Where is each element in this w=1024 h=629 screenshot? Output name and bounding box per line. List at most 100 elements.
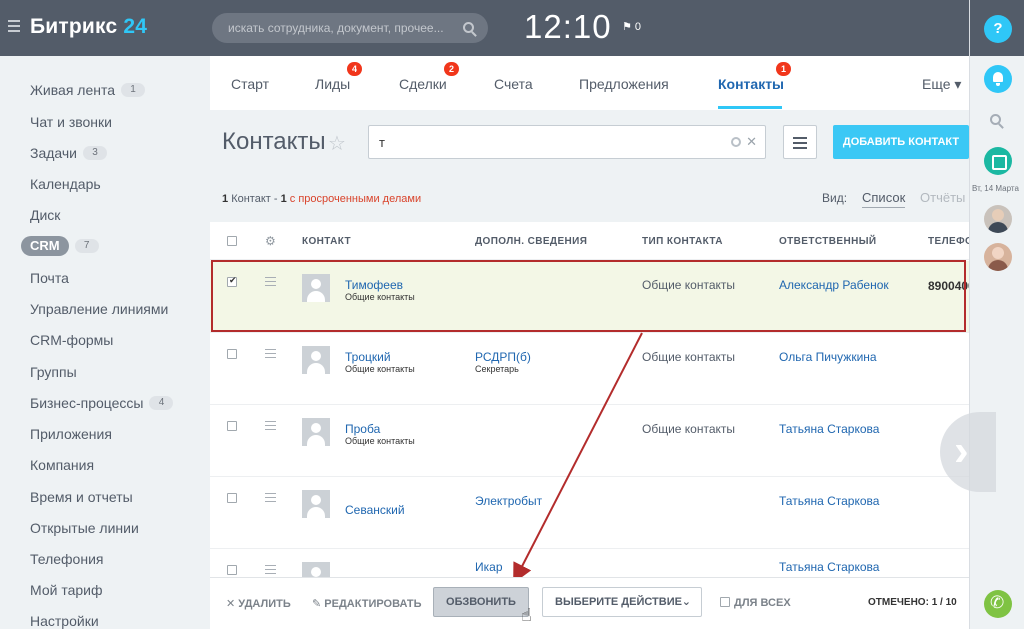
- contact-photo: [302, 562, 330, 577]
- call-all-button[interactable]: ОБЗВОНИТЬ: [433, 587, 529, 617]
- table-row[interactable]: Троцкий Общие контакты РСДРП(б) Секретар…: [210, 333, 969, 405]
- column-header[interactable]: ОТВЕТСТВЕННЫЙ: [779, 236, 876, 247]
- sidebar-item-openlines[interactable]: Открытые линии: [30, 520, 139, 536]
- tab-quotes[interactable]: Предложения: [579, 76, 669, 92]
- sidebar-item-tasks[interactable]: Задачи 3: [30, 145, 108, 161]
- column-header[interactable]: КОНТАКТ: [302, 236, 351, 247]
- responsible-link[interactable]: Татьяна Старкова: [779, 560, 879, 574]
- sidebar-item-apps[interactable]: Приложения: [30, 426, 112, 442]
- contact-name-link[interactable]: Троцкий: [345, 350, 391, 364]
- logo[interactable]: Битрикс 24: [30, 15, 147, 39]
- overdue-link[interactable]: 1 с просроченными делами: [281, 193, 422, 205]
- sidebar-item-feed[interactable]: Живая лента 1: [30, 82, 146, 98]
- contact-name-link[interactable]: Севанский: [345, 503, 405, 517]
- view-list-button[interactable]: Список: [862, 190, 906, 208]
- responsible-link[interactable]: Татьяна Старкова: [779, 422, 879, 436]
- sidebar-item-crm-forms[interactable]: CRM-формы: [30, 332, 113, 348]
- phone-icon[interactable]: [984, 590, 1012, 618]
- table-row[interactable]: Севанский Электробыт Татьяна Старкова: [210, 477, 969, 549]
- delete-button[interactable]: ✕ УДАЛИТЬ: [226, 597, 291, 610]
- clock[interactable]: 12:10: [524, 8, 612, 46]
- sidebar-item-crm[interactable]: CRM 7: [21, 236, 99, 256]
- contact-type-text: Общие контакты: [345, 364, 415, 374]
- list-settings-button[interactable]: [783, 125, 817, 159]
- count-badge: 1: [121, 83, 146, 97]
- avatar[interactable]: [984, 243, 1012, 271]
- drag-handle-icon[interactable]: [265, 349, 276, 361]
- add-contact-button[interactable]: ДОБАВИТЬ КОНТАКТ: [833, 125, 969, 159]
- sidebar-item-lines[interactable]: Управление линиями: [30, 301, 168, 317]
- star-icon[interactable]: ☆: [328, 131, 346, 156]
- calendar-icon[interactable]: [984, 147, 1012, 175]
- contact-name-link[interactable]: Проба: [345, 422, 380, 436]
- column-header[interactable]: ДОПОЛН. СВЕДЕНИЯ: [475, 236, 587, 247]
- action-select[interactable]: ВЫБЕРИТЕ ДЕЙСТВИЕ ⌄: [542, 587, 702, 617]
- more-tabs-button[interactable]: Еще ▾: [922, 76, 961, 93]
- drag-handle-icon[interactable]: [265, 565, 276, 577]
- responsible-link[interactable]: Татьяна Старкова: [779, 494, 879, 508]
- close-icon[interactable]: ✕: [746, 134, 757, 150]
- sidebar-item-settings[interactable]: Настройки: [30, 613, 99, 629]
- view-reports-button[interactable]: Отчёты: [920, 190, 965, 205]
- company-link[interactable]: Икар: [475, 560, 503, 574]
- flag-counter[interactable]: ⚑ 0: [622, 20, 641, 33]
- tab-leads[interactable]: Лиды: [315, 76, 350, 92]
- row-checkbox[interactable]: [227, 565, 237, 575]
- company-link[interactable]: Электробыт: [475, 494, 542, 508]
- drag-handle-icon[interactable]: [265, 421, 276, 433]
- sidebar-item-mail[interactable]: Почта: [30, 270, 69, 286]
- contact-type: Общие контакты: [642, 350, 736, 364]
- sidebar-item-tariff[interactable]: Мой тариф: [30, 582, 102, 598]
- global-search-input[interactable]: искать сотрудника, документ, прочее...: [212, 13, 488, 43]
- crm-tabs: Старт Лиды 4 Сделки 2 Счета Предложения …: [210, 56, 969, 110]
- tab-start[interactable]: Старт: [231, 76, 269, 92]
- sidebar-item-chat[interactable]: Чат и звонки: [30, 114, 112, 130]
- table-row[interactable]: Проба Общие контакты Общие контакты Тать…: [210, 405, 969, 477]
- rail-date: Вт, 14 Марта: [972, 184, 1019, 193]
- select-all-checkbox[interactable]: [227, 236, 237, 246]
- contact-photo: [302, 346, 330, 374]
- action-bar: ✕ УДАЛИТЬ ✎ РЕДАКТИРОВАТЬ ОБЗВОНИТЬ ВЫБЕ…: [210, 577, 969, 629]
- tab-contacts[interactable]: Контакты: [718, 76, 784, 92]
- row-checkbox[interactable]: [227, 421, 237, 431]
- search-icon[interactable]: [731, 137, 741, 147]
- left-sidebar: Живая лента 1 Чат и звонки Задачи 3 Календ…: [0, 56, 210, 629]
- sidebar-item-groups[interactable]: Группы: [30, 364, 77, 380]
- count-badge: 4: [149, 396, 174, 410]
- count-badge: 7: [74, 239, 99, 253]
- sidebar-item-telephony[interactable]: Телефония: [30, 551, 103, 567]
- edit-button[interactable]: ✎ РЕДАКТИРОВАТЬ: [312, 597, 422, 610]
- column-header[interactable]: ТИП КОНТАКТА: [642, 236, 723, 247]
- search-icon[interactable]: [463, 22, 474, 33]
- leads-badge: 4: [347, 62, 363, 76]
- menu-icon[interactable]: [8, 20, 20, 32]
- company-link[interactable]: РСДРП(б): [475, 350, 531, 364]
- gear-icon[interactable]: ⚙: [265, 234, 276, 248]
- table-row[interactable]: Икар Татьяна Старкова: [210, 549, 969, 577]
- notifications-bell-icon[interactable]: [984, 65, 1012, 93]
- drag-handle-icon[interactable]: [265, 493, 276, 505]
- for-all-checkbox[interactable]: [720, 597, 730, 607]
- page-title: Контакты: [222, 128, 326, 155]
- responsible-link[interactable]: Ольга Пичужкина: [779, 350, 877, 364]
- sidebar-item-company[interactable]: Компания: [30, 457, 94, 473]
- tab-deals[interactable]: Сделки: [399, 76, 447, 92]
- column-header[interactable]: ТЕЛЕФО: [928, 236, 969, 247]
- row-checkbox[interactable]: [227, 493, 237, 503]
- help-icon[interactable]: ?: [984, 15, 1012, 43]
- tab-invoices[interactable]: Счета: [494, 76, 533, 92]
- contact-photo: [302, 490, 330, 518]
- search-icon[interactable]: [990, 114, 1001, 125]
- row-checkbox[interactable]: [227, 349, 237, 359]
- close-icon: ✕: [226, 598, 236, 610]
- sidebar-item-bizproc[interactable]: Бизнес-процессы 4: [30, 395, 174, 411]
- selected-count: ОТМЕЧЕНО: 1 / 10: [868, 597, 957, 608]
- filter-input[interactable]: т ✕: [368, 125, 766, 159]
- counter-text: 1 Контакт - 1 с просроченными делами: [222, 193, 422, 205]
- sidebar-item-timeman[interactable]: Время и отчеты: [30, 489, 133, 505]
- contact-type-text: Общие контакты: [345, 436, 415, 446]
- avatar[interactable]: [984, 205, 1012, 233]
- search-placeholder: искать сотрудника, документ, прочее...: [228, 21, 444, 35]
- sidebar-item-disk[interactable]: Диск: [30, 207, 60, 223]
- sidebar-item-calendar[interactable]: Календарь: [30, 176, 101, 192]
